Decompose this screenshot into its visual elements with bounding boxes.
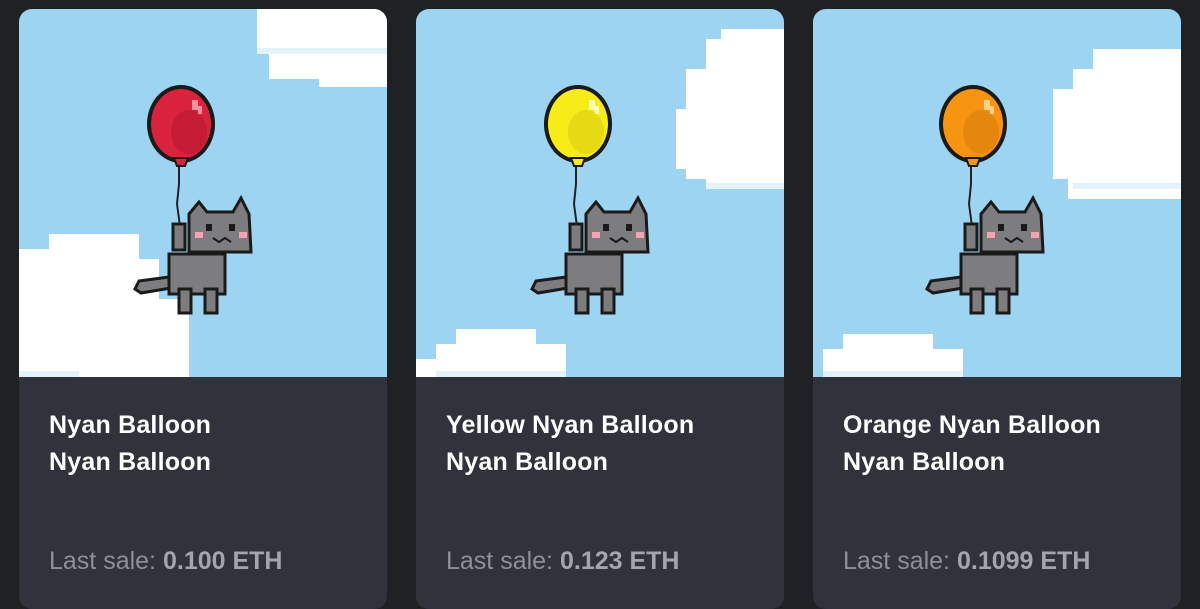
nft-card-info: Yellow Nyan Balloon Nyan Balloon Last sa… [416,377,784,609]
last-sale-label: Last sale: [49,547,157,575]
nft-name: Yellow Nyan Balloon [446,411,695,439]
last-sale-value: 0.100 ETH [162,547,283,575]
last-sale: Last sale: 0.1099 ETH [843,547,1090,576]
collection-name[interactable]: Nyan Balloon [446,444,754,481]
collection-name[interactable]: Nyan Balloon [49,444,357,481]
collection-name[interactable]: Nyan Balloon [843,444,1151,481]
last-sale-value: 0.123 ETH [559,547,680,575]
last-sale: Last sale: 0.123 ETH [446,547,679,576]
nft-name: Nyan Balloon [49,411,212,439]
last-sale-label: Last sale: [446,547,554,575]
cat-with-balloon-pixel-art-icon [813,9,1181,377]
cat-with-balloon-pixel-art-icon [19,9,387,377]
nft-card[interactable]: Yellow Nyan Balloon Nyan Balloon Last sa… [416,9,784,609]
last-sale-label: Last sale: [843,547,951,575]
cloud [257,9,387,87]
nft-card[interactable]: Orange Nyan Balloon Nyan Balloon Last sa… [813,9,1181,609]
nft-card[interactable]: Nyan Balloon Nyan Balloon Last sale: 0.1… [19,9,387,609]
nft-card-info: Nyan Balloon Nyan Balloon Last sale: 0.1… [19,377,387,609]
nft-grid: Nyan Balloon Nyan Balloon Last sale: 0.1… [0,0,1200,609]
nft-card-info: Orange Nyan Balloon Nyan Balloon Last sa… [813,377,1181,609]
nft-name: Orange Nyan Balloon [843,411,1102,439]
cat-with-balloon-pixel-art-icon [416,9,784,377]
last-sale: Last sale: 0.100 ETH [49,547,282,576]
last-sale-value: 0.1099 ETH [956,547,1091,575]
